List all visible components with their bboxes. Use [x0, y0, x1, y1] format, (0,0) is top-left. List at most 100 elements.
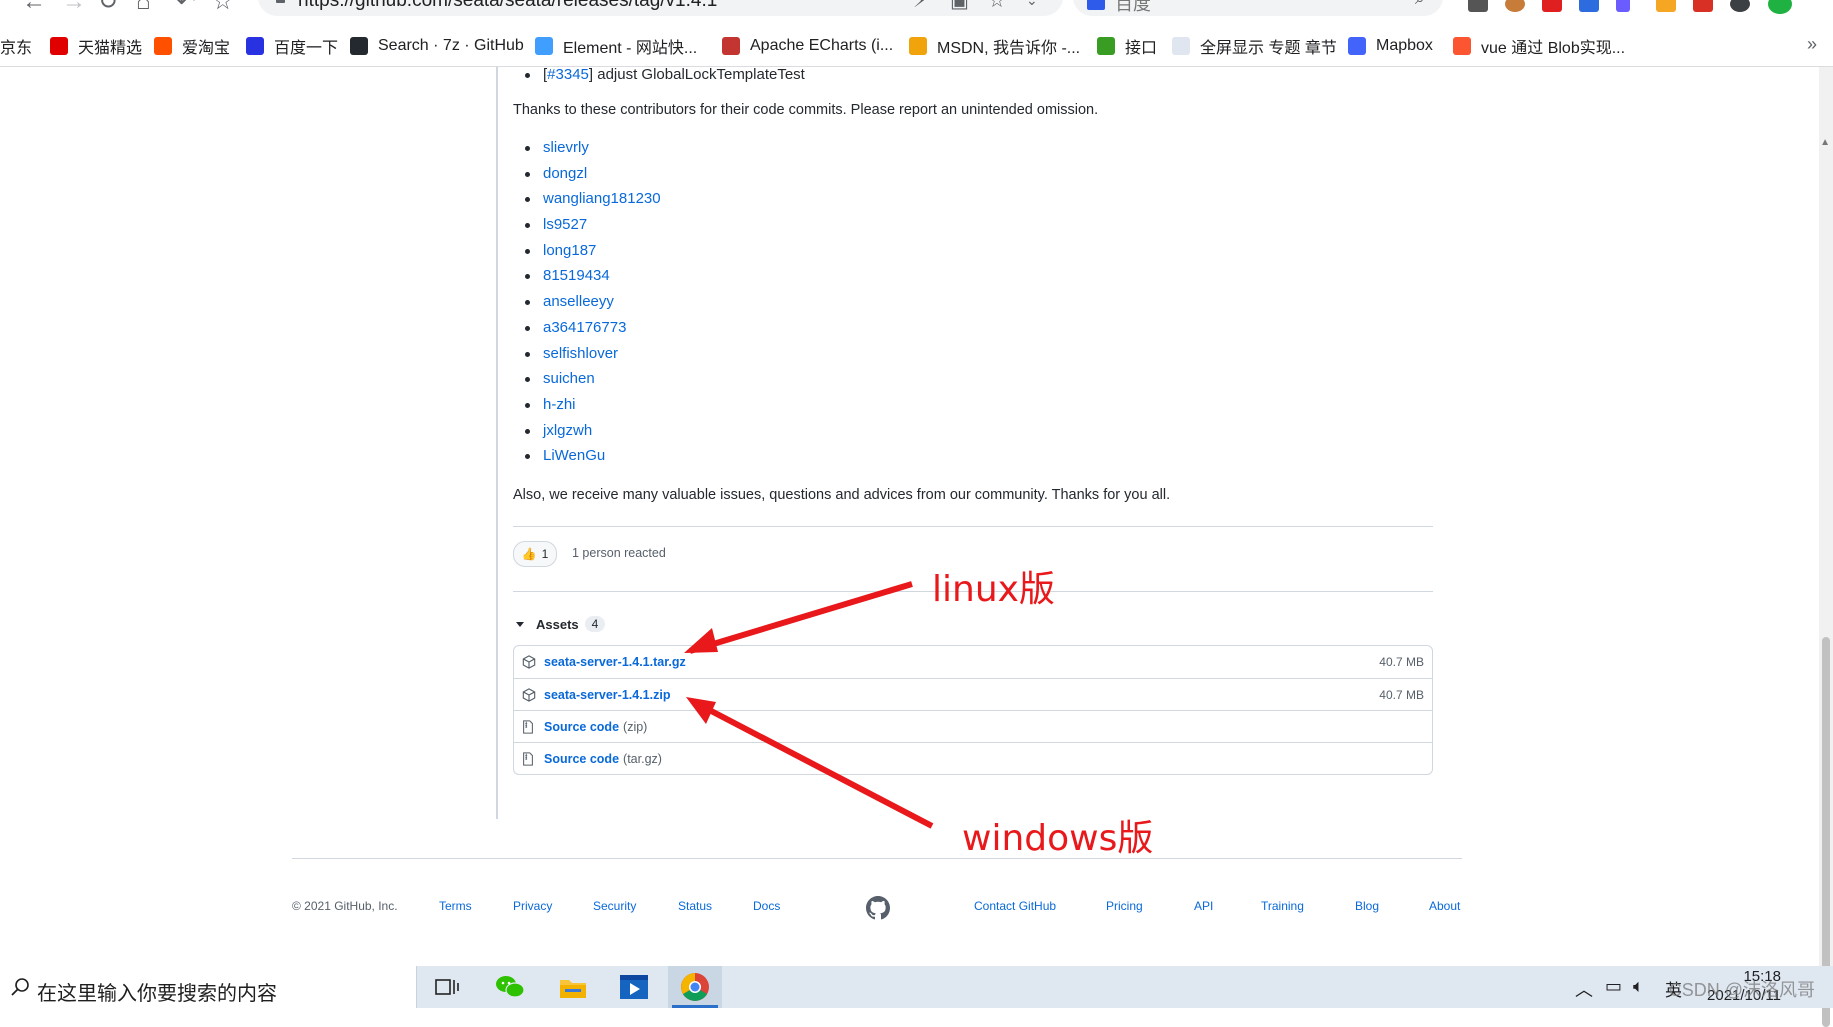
- bookmarks-more-button[interactable]: »: [1807, 34, 1817, 55]
- thumbs-up-reaction-button[interactable]: 👍 1: [513, 541, 557, 567]
- address-bar[interactable]: https://github.com/seata/seata/releases/…: [258, 0, 1063, 16]
- asset-link[interactable]: Source code: [544, 720, 619, 734]
- api-icon: [1097, 37, 1115, 55]
- extension-icon[interactable]: [1542, 0, 1562, 12]
- asset-link[interactable]: Source code: [544, 752, 619, 766]
- lightning-icon[interactable]: ⚡: [913, 0, 927, 13]
- mapbox-icon: [1348, 37, 1366, 55]
- list-item: [#3345] adjust GlobalLockTemplateTest: [513, 62, 805, 88]
- assets-toggle[interactable]: Assets 4: [513, 612, 606, 636]
- contributor-item: LiWenGu: [513, 443, 661, 469]
- footer-link[interactable]: Security: [593, 899, 636, 913]
- extension-icon[interactable]: [1505, 0, 1525, 12]
- chrome-icon[interactable]: [668, 966, 722, 1008]
- bookmark-star-icon[interactable]: ☆: [988, 0, 1006, 13]
- contributor-link[interactable]: wangliang181230: [543, 190, 661, 207]
- page-scrollbar[interactable]: ▲: [1819, 67, 1833, 1027]
- contributor-link[interactable]: selfishlover: [543, 345, 618, 362]
- extension-icon[interactable]: [1616, 0, 1630, 12]
- asset-row[interactable]: Source code (zip): [514, 710, 1432, 743]
- bookmark-item[interactable]: 天猫精选: [50, 35, 142, 57]
- bookmark-item[interactable]: MSDN, 我告诉你 -...: [909, 35, 1080, 57]
- github-logo-icon[interactable]: [866, 896, 890, 920]
- contributor-item: suichen: [513, 366, 661, 392]
- contributor-item: anselleeyy: [513, 289, 661, 315]
- pdf-extension-icon[interactable]: [1693, 0, 1713, 12]
- bookmark-label: 百度一下: [274, 40, 339, 57]
- bookmark-item[interactable]: 爱淘宝: [154, 35, 230, 57]
- reload-icon[interactable]: ↻: [98, 0, 118, 14]
- thumbs-up-icon: 👍: [521, 547, 537, 561]
- bookmark-item[interactable]: Element - 网站快...: [535, 35, 697, 57]
- footer-link[interactable]: Pricing: [1106, 899, 1143, 913]
- contributor-link[interactable]: slievrly: [543, 139, 589, 156]
- asset-row[interactable]: seata-server-1.4.1.zip 40.7 MB: [514, 678, 1432, 711]
- star-icon[interactable]: ☆: [212, 0, 234, 14]
- bookmark-item[interactable]: 全屏显示 专题 章节: [1172, 35, 1337, 57]
- footer-link[interactable]: Privacy: [513, 899, 552, 913]
- file-zip-icon: [522, 752, 536, 766]
- bookmark-item[interactable]: Mapbox: [1348, 35, 1433, 57]
- bookmark-item[interactable]: vue 通过 Blob实现...: [1453, 35, 1625, 57]
- pr-link[interactable]: #3345: [547, 66, 589, 83]
- task-view-icon[interactable]: [420, 966, 474, 1008]
- footer-link[interactable]: Training: [1261, 899, 1304, 913]
- caret-down-icon: [516, 621, 524, 627]
- asset-link[interactable]: seata-server-1.4.1.zip: [544, 688, 670, 702]
- footer-link[interactable]: Status: [678, 899, 712, 913]
- bookmark-item[interactable]: 京东: [0, 35, 32, 57]
- extension-icon[interactable]: [1579, 0, 1599, 12]
- asset-row[interactable]: Source code (tar.gz): [514, 742, 1432, 774]
- footer-link[interactable]: API: [1194, 899, 1213, 913]
- contributor-link[interactable]: 81519434: [543, 267, 610, 284]
- contributor-link[interactable]: suichen: [543, 370, 595, 387]
- contributor-link[interactable]: h-zhi: [543, 396, 576, 413]
- url-text[interactable]: https://github.com/seata/seata/releases/…: [298, 0, 717, 12]
- contributor-link[interactable]: long187: [543, 242, 596, 259]
- contributor-link[interactable]: ls9527: [543, 216, 587, 233]
- bookmark-item[interactable]: Apache ECharts (i...: [722, 35, 893, 57]
- footer-link[interactable]: Blog: [1355, 899, 1379, 913]
- bookmark-item[interactable]: 接口: [1097, 35, 1157, 57]
- asset-link[interactable]: seata-server-1.4.1.tar.gz: [544, 655, 686, 669]
- contributor-link[interactable]: a364176773: [543, 319, 626, 336]
- footer-link[interactable]: About: [1429, 899, 1460, 913]
- footer-link[interactable]: Terms: [439, 899, 472, 913]
- community-thanks: Also, we receive many valuable issues, q…: [513, 487, 1171, 503]
- contributor-link[interactable]: jxlgzwh: [543, 422, 592, 439]
- search-engine-box[interactable]: 百度 ⌕: [1073, 0, 1443, 16]
- forward-icon[interactable]: →: [62, 0, 86, 14]
- chevron-up-icon[interactable]: ︿: [1575, 976, 1593, 1002]
- translate-icon[interactable]: ▣: [950, 0, 969, 13]
- linux-arrow: [688, 581, 913, 654]
- search-icon: [11, 978, 29, 996]
- bookmark-item[interactable]: 百度一下: [246, 35, 338, 57]
- dark-mode-icon[interactable]: [1730, 0, 1750, 12]
- back-icon[interactable]: ←: [22, 0, 46, 14]
- media-player-icon[interactable]: [607, 966, 661, 1008]
- search-icon[interactable]: ⌕: [1415, 0, 1425, 9]
- wechat-icon[interactable]: [483, 966, 537, 1008]
- contributor-link[interactable]: LiWenGu: [543, 447, 605, 464]
- home-icon[interactable]: ⌂: [136, 0, 151, 14]
- file-explorer-icon[interactable]: [546, 966, 600, 1008]
- chevron-down-icon[interactable]: ⌄: [1026, 0, 1038, 9]
- footer-link[interactable]: Contact GitHub: [974, 899, 1056, 913]
- extension-icon[interactable]: [1468, 0, 1488, 12]
- battery-icon[interactable]: ▭: [1605, 976, 1622, 997]
- taskbar-search-box[interactable]: 在这里输入你要搜索的内容: [0, 966, 417, 1008]
- asset-row[interactable]: seata-server-1.4.1.tar.gz 40.7 MB: [514, 646, 1432, 678]
- download-icon[interactable]: [1768, 0, 1792, 14]
- scroll-up-icon[interactable]: ▲: [1820, 137, 1830, 148]
- contributor-link[interactable]: anselleeyy: [543, 293, 614, 310]
- asset-format: (tar.gz): [623, 752, 662, 766]
- extension-icon[interactable]: [1656, 0, 1676, 12]
- undo-icon[interactable]: ↶: [176, 0, 196, 14]
- release-timeline-rule: [496, 67, 498, 819]
- contributor-link[interactable]: dongzl: [543, 165, 587, 182]
- bookmark-label: 全屏显示 专题 章节: [1200, 40, 1337, 57]
- volume-icon[interactable]: 🔈︎: [1633, 976, 1644, 997]
- footer-link[interactable]: Docs: [753, 899, 780, 913]
- bookmark-item[interactable]: Search · 7z · GitHub: [350, 35, 524, 57]
- msdn-icon: [909, 37, 927, 55]
